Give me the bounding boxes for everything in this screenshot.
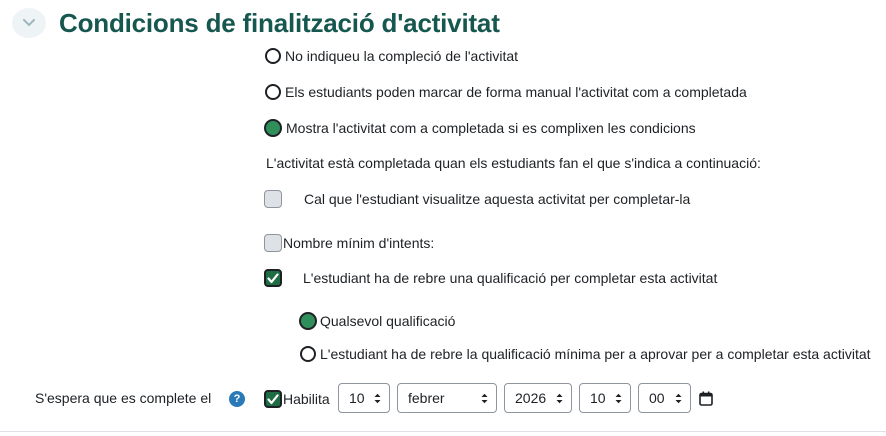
enable-checkbox[interactable] <box>264 390 282 408</box>
attempts-checkbox[interactable] <box>264 234 282 252</box>
minute-value: 00 <box>649 390 665 406</box>
conditions-intro-text: L'activitat està completada quan els est… <box>266 155 761 171</box>
check-icon <box>267 393 279 404</box>
calendar-icon <box>699 391 713 406</box>
year-select[interactable]: 2026 <box>504 383 572 413</box>
completion-option-label: Mostra l'activitat com a completada si e… <box>286 120 696 136</box>
calendar-button[interactable] <box>699 391 713 409</box>
month-value: febrer <box>408 390 445 406</box>
minute-select[interactable]: 00 <box>638 383 691 413</box>
hour-value: 10 <box>590 390 606 406</box>
radio-button[interactable] <box>265 48 281 64</box>
completion-option-none[interactable]: No indiqueu la compleció de l'activitat <box>265 48 518 64</box>
grade-condition-label: L'estudiant ha de rebre una qualificació… <box>303 270 718 286</box>
completion-option-conditions[interactable]: Mostra l'activitat com a completada si e… <box>264 119 696 137</box>
select-arrows-icon <box>615 393 622 403</box>
grade-option-label: Qualsevol qualificació <box>320 313 456 329</box>
month-select[interactable]: febrer <box>397 383 497 413</box>
help-icon[interactable]: ? <box>229 391 245 407</box>
check-icon <box>267 272 279 283</box>
day-select[interactable]: 10 <box>338 383 390 413</box>
attempts-condition-label: Nombre mínim d'intents: <box>283 235 435 251</box>
attempts-condition-row[interactable]: Nombre mínim d'intents: <box>264 234 434 252</box>
hour-select[interactable]: 10 <box>579 383 631 413</box>
radio-button-selected[interactable] <box>299 312 317 330</box>
grade-option-any[interactable]: Qualsevol qualificació <box>299 312 455 330</box>
select-arrows-icon <box>675 393 682 403</box>
view-condition-label: Cal que l'estudiant visualitze aquesta a… <box>304 191 691 207</box>
completion-option-manual[interactable]: Els estudiants poden marcar de forma man… <box>265 84 747 100</box>
section-title: Condicions de finalització d'activitat <box>59 8 500 38</box>
grade-checkbox[interactable] <box>264 269 282 287</box>
completion-option-label: Els estudiants poden marcar de forma man… <box>285 84 747 100</box>
select-arrows-icon <box>374 393 381 403</box>
select-arrows-icon <box>556 393 563 403</box>
view-condition-row[interactable]: Cal que l'estudiant visualitze aquesta a… <box>264 190 690 208</box>
section-divider <box>0 431 886 432</box>
radio-button[interactable] <box>300 346 316 362</box>
collapse-section-button[interactable] <box>12 8 46 38</box>
enable-expected-row[interactable]: Habilita <box>264 390 330 408</box>
year-value: 2026 <box>515 390 547 406</box>
completion-option-label: No indiqueu la compleció de l'activitat <box>285 48 519 64</box>
select-arrows-icon <box>481 393 488 403</box>
enable-label: Habilita <box>283 391 330 407</box>
grade-option-label: L'estudiant ha de rebre la qualificació … <box>320 346 871 362</box>
chevron-down-icon <box>23 19 35 27</box>
day-value: 10 <box>349 390 365 406</box>
radio-button[interactable] <box>265 84 281 100</box>
grade-option-pass[interactable]: L'estudiant ha de rebre la qualificació … <box>300 346 871 362</box>
grade-condition-row[interactable]: L'estudiant ha de rebre una qualificació… <box>264 269 717 287</box>
radio-button-selected[interactable] <box>264 119 282 137</box>
view-checkbox[interactable] <box>264 190 282 208</box>
expected-completion-label: S'espera que es complete el <box>35 390 212 406</box>
